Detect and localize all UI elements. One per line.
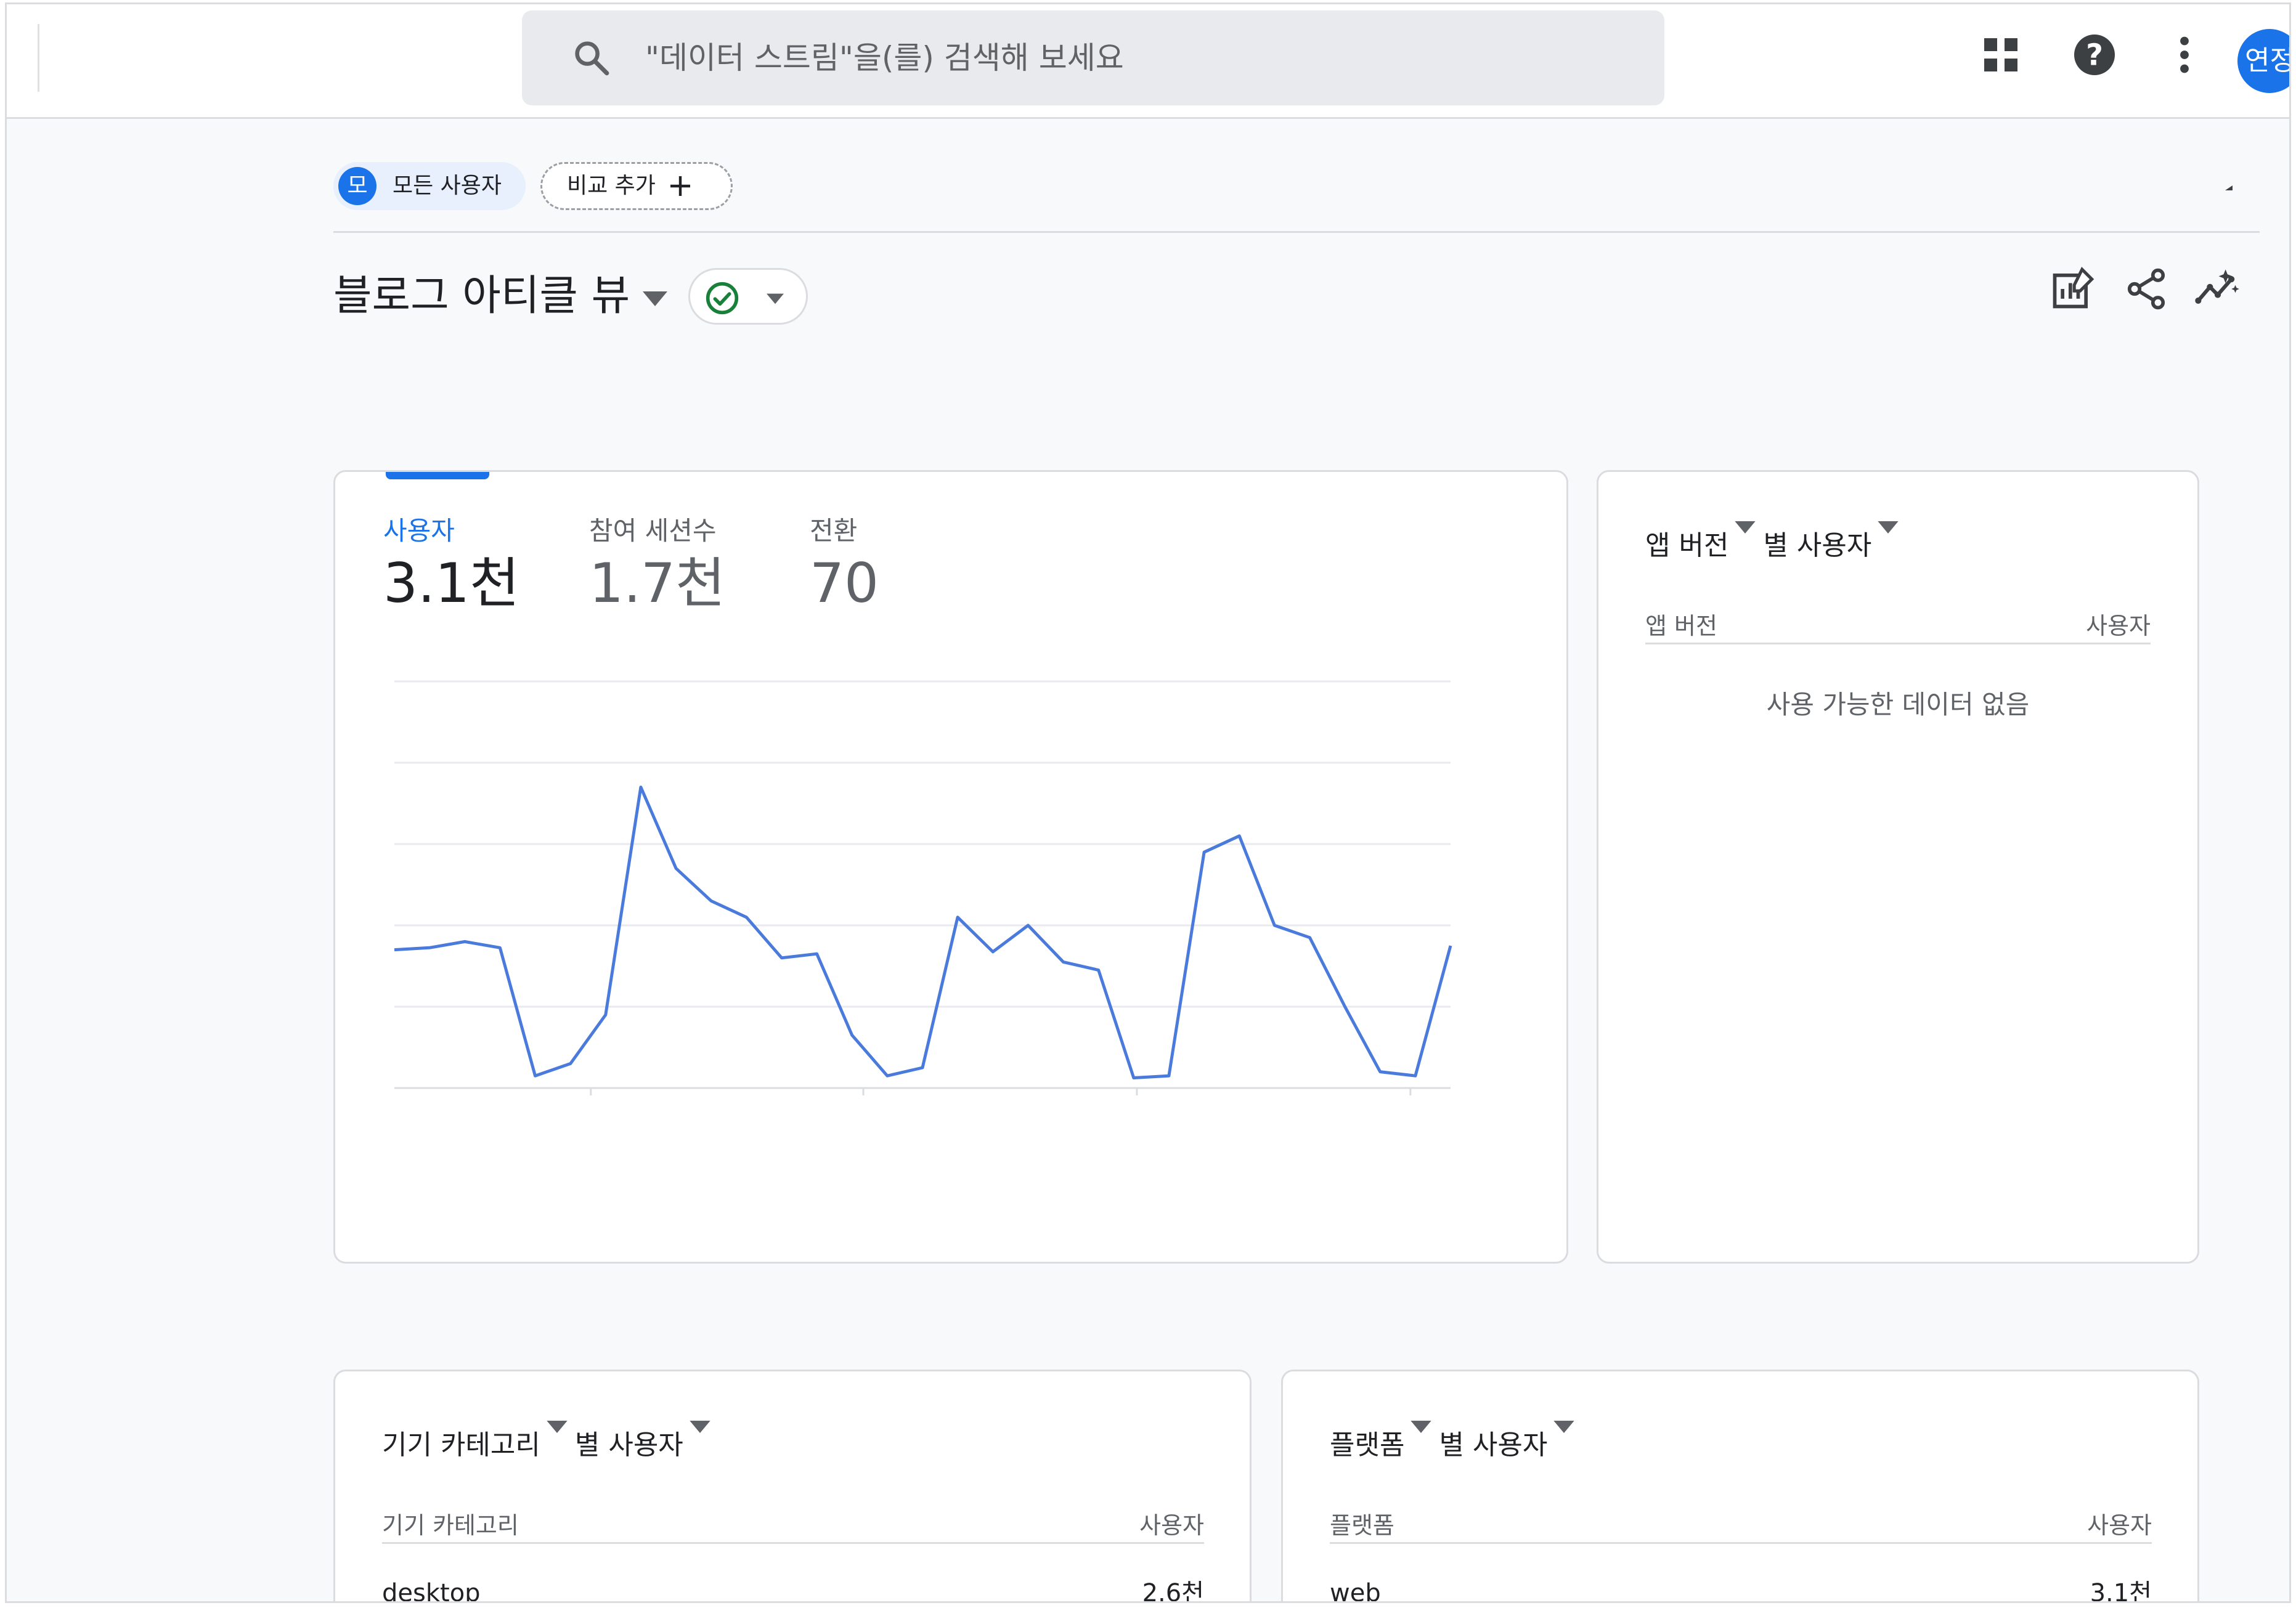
card-heading: 플랫폼 별 사용자 (1330, 1421, 1582, 1470)
column-header-dimension: 플랫폼 (1330, 1512, 1394, 1539)
row-dimension-value: web (1330, 1579, 1381, 1603)
dimension-selector[interactable]: 기기 카테고리 (382, 1421, 540, 1470)
dropdown-icon[interactable] (547, 1421, 568, 1433)
top-bar: "데이터 스트림"을(를) 검색해 보세요 ? 연정 (7, 4, 2289, 119)
row-metric-value: 3.1천 (2090, 1579, 2152, 1603)
dimension-selector[interactable]: 앱 버전 (1645, 521, 1728, 571)
platform-card: 플랫폼 별 사용자 플랫폼 사용자 web 3.1천 (1281, 1370, 2199, 1603)
column-header-metric: 사용자 (1139, 1512, 1204, 1539)
table-header: 앱 버전 사용자 (1645, 607, 2151, 644)
screen: "데이터 스트림"을(를) 검색해 보세요 ? 연정 모 모든 사용자 비교 추… (0, 0, 2296, 1608)
metrics-card: 사용자 3.1천 참여 세션수 1.7천 전환 70 (333, 470, 1568, 1264)
metric-selector[interactable]: 별 사용자 (575, 1421, 683, 1470)
share-icon[interactable] (2123, 266, 2170, 312)
status-dropdown-icon (767, 293, 784, 304)
segment-divider (333, 231, 2260, 233)
dropdown-icon[interactable] (1878, 521, 1899, 534)
segment-label: 모든 사용자 (393, 173, 502, 198)
dropdown-icon[interactable] (1735, 521, 1756, 534)
column-header-metric: 사용자 (2086, 612, 2151, 640)
card-heading: 앱 버전 별 사용자 (1645, 521, 1906, 571)
column-header-metric: 사용자 (2087, 1512, 2152, 1539)
device-category-card: 기기 카테고리 별 사용자 기기 카테고리 사용자 desktop 2.6천 (333, 1370, 1252, 1603)
customize-report-icon[interactable] (2049, 266, 2096, 312)
row-dimension-value: desktop (382, 1579, 481, 1603)
users-series-line (394, 786, 1452, 1079)
table-row[interactable]: web 3.1천 (1330, 1575, 2152, 1603)
top-bar-divider (38, 24, 39, 92)
metric-selector[interactable]: 별 사용자 (1439, 1421, 1547, 1470)
table-header: 기기 카테고리 사용자 (382, 1507, 1204, 1544)
search-input[interactable]: "데이터 스트림"을(를) 검색해 보세요 (645, 38, 1124, 78)
metric-selector[interactable]: 별 사용자 (1763, 521, 1871, 571)
insights-icon[interactable] (2194, 266, 2241, 312)
segment-chip-all-users[interactable]: 모 모든 사용자 (333, 162, 526, 210)
table-header: 플랫폼 사용자 (1330, 1507, 2152, 1544)
column-header-dimension: 기기 카테고리 (382, 1512, 519, 1539)
apps-grid-icon[interactable] (1979, 33, 2023, 77)
search-icon (575, 41, 609, 76)
search-bar[interactable]: "데이터 스트림"을(를) 검색해 보세요 (522, 10, 1664, 105)
empty-state-text: 사용 가능한 데이터 없음 (1766, 689, 2030, 720)
segment-badge: 모 (338, 167, 377, 205)
app-version-card: 앱 버전 별 사용자 앱 버전 사용자 사용 가능한 데이터 없음 (1597, 470, 2199, 1264)
svg-text:?: ? (2086, 38, 2103, 73)
users-line-chart (394, 680, 1452, 1095)
table-row[interactable]: desktop 2.6천 (382, 1575, 1204, 1603)
report-status-chip[interactable] (688, 268, 808, 325)
help-icon[interactable]: ? (2072, 33, 2117, 77)
dropdown-icon[interactable] (1553, 1421, 1575, 1433)
add-comparison-button[interactable]: 비교 추가 (540, 162, 733, 210)
dropdown-icon[interactable] (1411, 1421, 1432, 1433)
title-dropdown-icon[interactable] (643, 291, 667, 306)
add-comparison-label: 비교 추가 (567, 173, 656, 198)
page-title: 블로그 아티클 뷰 (333, 272, 630, 320)
account-avatar[interactable]: 연정 (2237, 29, 2289, 93)
check-circle-icon (706, 282, 739, 315)
plus-icon (670, 176, 690, 196)
more-vert-icon[interactable] (2162, 33, 2207, 77)
card-heading: 기기 카테고리 별 사용자 (382, 1421, 718, 1470)
column-header-dimension: 앱 버전 (1645, 612, 1717, 640)
dimension-selector[interactable]: 플랫폼 (1330, 1421, 1404, 1470)
row-metric-value: 2.6천 (1142, 1579, 1204, 1603)
dropdown-icon[interactable] (690, 1421, 710, 1433)
analytics-window: "데이터 스트림"을(를) 검색해 보세요 ? 연정 모 모든 사용자 비교 추… (5, 2, 2291, 1603)
collapse-caret-icon[interactable] (2224, 184, 2234, 192)
